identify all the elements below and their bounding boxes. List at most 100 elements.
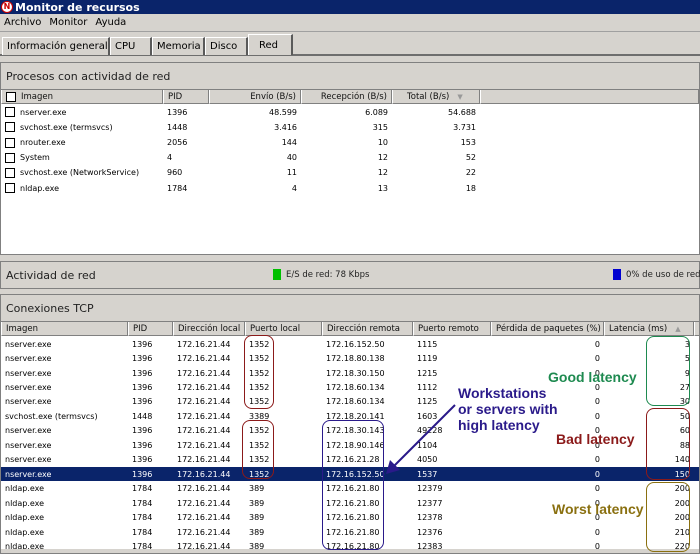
process-checkbox[interactable] bbox=[5, 122, 15, 133]
select-all-checkbox[interactable] bbox=[6, 91, 16, 102]
process-name-text: svchost.exe (NetworkService) bbox=[20, 168, 140, 178]
tcp-connection-row[interactable]: nserver.exe 1396 172.16.21.44 1352 172.18.90… bbox=[1, 438, 699, 452]
process-checkbox[interactable] bbox=[5, 152, 15, 163]
tab-informacion-general[interactable]: Información general bbox=[2, 37, 110, 55]
process-receive: 12 bbox=[301, 151, 392, 165]
process-receive: 6.089 bbox=[301, 105, 392, 119]
processes-panel-title[interactable]: Procesos con actividad de red bbox=[1, 63, 699, 89]
col-label: Imagen bbox=[21, 91, 54, 102]
conn-image: nserver.exe bbox=[5, 354, 52, 364]
col-header-puerto-local[interactable]: Puerto local bbox=[245, 322, 322, 336]
conn-local-address: 172.16.21.44 bbox=[177, 469, 231, 479]
process-row[interactable]: svchost.exe (NetworkService) 960 11 12 22 bbox=[1, 166, 699, 180]
conn-remote-port: 1115 bbox=[417, 339, 438, 349]
process-row[interactable]: svchost.exe (termsvcs) 1448 3.416 315 3.731 bbox=[1, 120, 699, 134]
col-header-pid[interactable]: PID bbox=[128, 322, 173, 336]
conn-local-address: 172.16.21.44 bbox=[177, 339, 231, 349]
conn-local-port: 389 bbox=[249, 527, 265, 537]
conn-local-address: 172.16.21.44 bbox=[177, 426, 231, 436]
menu-monitor[interactable]: Monitor bbox=[49, 17, 87, 28]
menu-archivo[interactable]: Archivo bbox=[4, 17, 41, 28]
col-header-envio[interactable]: Envío (B/s) bbox=[209, 90, 301, 104]
tcp-connection-row[interactable]: nserver.exe 1396 172.16.21.44 1352 172.18.80… bbox=[1, 351, 699, 365]
tcp-connection-row[interactable]: nserver.exe 1396 172.16.21.44 1352 172.18.30… bbox=[1, 366, 699, 380]
process-total: 18 bbox=[392, 181, 480, 195]
conn-local-port: 389 bbox=[249, 484, 265, 494]
tcp-connection-row[interactable]: nserver.exe 1396 172.16.21.44 1352 172.16.15… bbox=[1, 337, 699, 351]
col-header-direccion-remota[interactable]: Dirección remota bbox=[322, 322, 413, 336]
process-send: 48.599 bbox=[209, 105, 301, 119]
process-row[interactable]: nserver.exe 1396 48.599 6.089 54.688 bbox=[1, 105, 699, 119]
tcp-connections-list: Imagen PID Dirección local Puerto local … bbox=[1, 321, 699, 549]
tcp-connection-row[interactable]: nserver.exe 1396 172.16.21.44 1352 172.18.60… bbox=[1, 380, 699, 394]
conn-remote-port: 1119 bbox=[417, 354, 438, 364]
col-header-direccion-local[interactable]: Dirección local bbox=[173, 322, 245, 336]
conn-remote-port: 1125 bbox=[417, 397, 438, 407]
col-header-perdida[interactable]: Pérdida de paquetes (%) bbox=[491, 322, 604, 336]
tcp-connections-title[interactable]: Conexiones TCP bbox=[1, 295, 699, 321]
tcp-connection-row[interactable]: nserver.exe 1396 172.16.21.44 1352 172.16.21… bbox=[1, 453, 699, 467]
tcp-connection-row[interactable]: nldap.exe 1784 172.16.21.44 389 172.16.21.80… bbox=[1, 482, 699, 496]
process-receive: 315 bbox=[301, 120, 392, 134]
tcp-connection-row[interactable]: nldap.exe 1784 172.16.21.44 389 172.16.21.80… bbox=[1, 539, 699, 549]
conn-remote-address: 172.16.21.80 bbox=[326, 541, 380, 549]
conn-latency: 200 bbox=[674, 513, 690, 523]
tcp-connection-row[interactable]: nldap.exe 1784 172.16.21.44 389 172.16.21.80… bbox=[1, 510, 699, 524]
col-header-imagen[interactable]: Imagen bbox=[1, 90, 163, 104]
menu-ayuda[interactable]: Ayuda bbox=[95, 17, 126, 28]
conn-packet-loss: 0 bbox=[594, 440, 600, 450]
process-checkbox[interactable] bbox=[5, 137, 15, 148]
conn-packet-loss: 0 bbox=[594, 455, 600, 465]
process-name-text: nserver.exe bbox=[20, 107, 67, 117]
conn-packet-loss: 0 bbox=[594, 368, 600, 378]
col-header-filler bbox=[480, 90, 699, 104]
process-row[interactable]: nldap.exe 1784 4 13 18 bbox=[1, 181, 699, 195]
conn-packet-loss: 0 bbox=[594, 411, 600, 421]
process-send: 4 bbox=[209, 181, 301, 195]
col-header-puerto-remoto[interactable]: Puerto remoto bbox=[413, 322, 491, 336]
process-checkbox[interactable] bbox=[5, 107, 15, 118]
conn-pid: 1396 bbox=[132, 339, 153, 349]
tcp-connection-row[interactable]: nldap.exe 1784 172.16.21.44 389 172.16.21.80… bbox=[1, 525, 699, 539]
conn-pid: 1448 bbox=[132, 411, 153, 421]
process-receive-text: 13 bbox=[377, 183, 388, 193]
tab-cpu[interactable]: CPU bbox=[110, 37, 152, 55]
app-icon bbox=[1, 1, 13, 13]
tcp-connection-row[interactable]: nserver.exe 1396 172.16.21.44 1352 172.18.60… bbox=[1, 395, 699, 409]
process-checkbox[interactable] bbox=[5, 183, 15, 194]
menu-bar: Archivo Monitor Ayuda bbox=[0, 14, 700, 32]
col-label: Recepción (B/s) bbox=[320, 91, 387, 102]
process-pid-text: 1784 bbox=[167, 183, 188, 193]
conn-packet-loss: 0 bbox=[594, 541, 600, 549]
col-header-latencia[interactable]: Latencia (ms) ▲ bbox=[604, 322, 694, 336]
col-header-imagen[interactable]: Imagen bbox=[1, 322, 128, 336]
process-row[interactable]: System 4 40 12 52 bbox=[1, 151, 699, 165]
process-send-text: 3.416 bbox=[274, 122, 297, 132]
network-activity-header[interactable]: Actividad de red E/S de red: 78 Kbps 0% … bbox=[1, 262, 700, 288]
conn-latency: 150 bbox=[674, 469, 690, 479]
conn-local-address: 172.16.21.44 bbox=[177, 383, 231, 393]
conn-local-port: 1352 bbox=[249, 339, 270, 349]
col-header-recepcion[interactable]: Recepción (B/s) bbox=[301, 90, 392, 104]
process-row[interactable]: nrouter.exe 2056 144 10 153 bbox=[1, 135, 699, 149]
process-total: 153 bbox=[392, 135, 480, 149]
tab-disco[interactable]: Disco bbox=[205, 37, 248, 55]
tab-red[interactable]: Red bbox=[248, 34, 293, 55]
window-title: Monitor de recursos bbox=[15, 0, 140, 14]
process-total: 22 bbox=[392, 166, 480, 180]
process-checkbox[interactable] bbox=[5, 167, 15, 178]
conn-remote-address: 172.16.152.50 bbox=[326, 469, 385, 479]
col-label: Latencia (ms) bbox=[609, 323, 668, 334]
tcp-connection-row[interactable]: nldap.exe 1784 172.16.21.44 389 172.16.21.80… bbox=[1, 496, 699, 510]
col-header-pid[interactable]: PID bbox=[163, 90, 209, 104]
conn-local-port: 1352 bbox=[249, 397, 270, 407]
tcp-connection-row[interactable]: nserver.exe 1396 172.16.21.44 1352 172.18.30… bbox=[1, 424, 699, 438]
process-pid: 1448 bbox=[163, 120, 209, 134]
conn-local-port: 1352 bbox=[249, 368, 270, 378]
process-pid-text: 2056 bbox=[167, 138, 188, 148]
tab-memoria[interactable]: Memoria bbox=[152, 37, 205, 55]
tcp-connection-row[interactable]: nserver.exe 1396 172.16.21.44 1352 172.16.15… bbox=[1, 467, 699, 482]
conn-local-address: 172.16.21.44 bbox=[177, 354, 231, 364]
col-header-total[interactable]: Total (B/s) ▼ bbox=[392, 90, 480, 104]
tcp-connection-row[interactable]: svchost.exe (termsvcs) 1448 172.16.21.44 33… bbox=[1, 409, 699, 423]
